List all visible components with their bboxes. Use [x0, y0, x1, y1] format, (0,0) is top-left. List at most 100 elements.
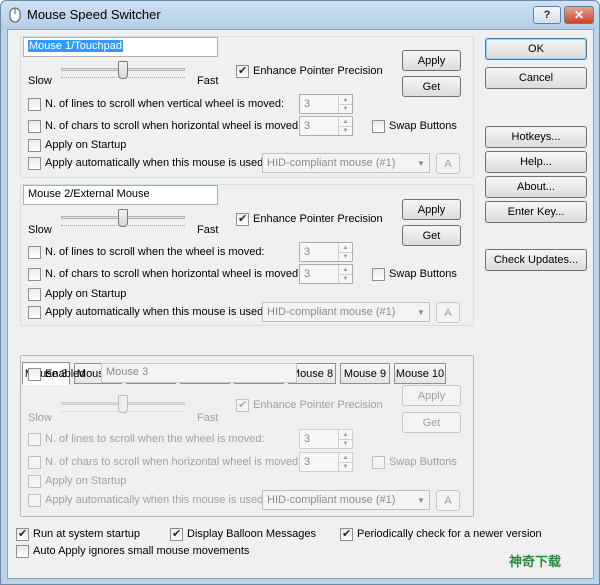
title-help-button[interactable]: ?	[533, 6, 561, 24]
mouse2-swap-box[interactable]	[372, 267, 385, 281]
mouse3-name-field[interactable]: Mouse 3	[101, 363, 297, 383]
mouse2-vert-spinner[interactable]: 3 ▲ ▼	[299, 242, 353, 262]
help-button[interactable]: Help...	[485, 151, 587, 173]
mouse1-startup-checkbox[interactable]: Apply on Startup	[28, 138, 126, 152]
mouse2-horiz-spinner[interactable]: 3 ▲ ▼	[299, 264, 353, 284]
mouse1-swap-box[interactable]	[372, 119, 385, 133]
auto-ignore-box[interactable]	[16, 544, 29, 558]
mouse3-startup-checkbox[interactable]: Apply on Startup	[28, 474, 126, 488]
spin-down-icon[interactable]: ▼	[338, 439, 352, 448]
spin-down-icon[interactable]: ▼	[338, 104, 352, 113]
mouse2-auto-checkbox[interactable]: Apply automatically when this mouse is u…	[28, 305, 266, 319]
spin-up-icon[interactable]: ▲	[338, 95, 352, 104]
mouse3-horiz-spinner[interactable]: 3 ▲ ▼	[299, 452, 353, 472]
mouse2-startup-box[interactable]	[28, 287, 41, 301]
mouse2-auto-box[interactable]	[28, 305, 41, 319]
mouse3-enhance-box[interactable]	[236, 398, 249, 412]
mouse2-horiz-label: N. of chars to scroll when horizontal wh…	[45, 268, 302, 280]
mouse1-vert-box[interactable]	[28, 97, 41, 111]
mouse2-apply-button[interactable]: Apply	[402, 199, 461, 220]
mouse1-swap-checkbox[interactable]: Swap Buttons	[372, 119, 457, 133]
mouse2-horiz-scroll-checkbox[interactable]: N. of chars to scroll when horizontal wh…	[28, 267, 301, 281]
spin-up-icon[interactable]: ▲	[338, 265, 352, 274]
title-bar[interactable]: Mouse Speed Switcher ? ✕	[1, 1, 599, 29]
balloon-box[interactable]	[170, 527, 183, 541]
mouse1-a-button[interactable]: A	[436, 153, 460, 174]
mouse2-get-button[interactable]: Get	[402, 225, 461, 246]
mouse1-vert-spinner[interactable]: 3 ▲ ▼	[299, 94, 353, 114]
mouse1-apply-button[interactable]: Apply	[402, 50, 461, 71]
mouse2-enhance-checkbox[interactable]: Enhance Pointer Precision	[236, 212, 383, 226]
periodic-check-checkbox[interactable]: Periodically check for a newer version	[340, 527, 542, 541]
mouse1-enhance-label: Enhance Pointer Precision	[253, 65, 383, 77]
spin-up-icon[interactable]: ▲	[338, 117, 352, 126]
mouse2-auto-label: Apply automatically when this mouse is u…	[45, 306, 267, 318]
mouse1-name-field[interactable]: Mouse 1/Touchpad	[23, 37, 218, 57]
mouse1-enhance-checkbox[interactable]: Enhance Pointer Precision	[236, 64, 383, 78]
check-updates-button[interactable]: Check Updates...	[485, 249, 587, 271]
mouse2-horiz-box[interactable]	[28, 267, 41, 281]
mouse1-slider-thumb[interactable]	[118, 61, 128, 79]
mouse2-swap-checkbox[interactable]: Swap Buttons	[372, 267, 457, 281]
mouse3-vert-scroll-checkbox[interactable]: N. of lines to scroll when the wheel is …	[28, 432, 265, 446]
spin-down-icon[interactable]: ▼	[338, 462, 352, 471]
mouse3-vert-spinner[interactable]: 3 ▲ ▼	[299, 429, 353, 449]
mouse3-enhance-checkbox[interactable]: Enhance Pointer Precision	[236, 398, 383, 412]
mouse3-auto-box[interactable]	[28, 493, 41, 507]
mouse1-fast-label: Fast	[197, 75, 219, 87]
spin-down-icon[interactable]: ▼	[338, 126, 352, 135]
spin-up-icon[interactable]: ▲	[338, 243, 352, 252]
title-close-button[interactable]: ✕	[564, 6, 594, 24]
mouse3-enabled-box[interactable]	[28, 367, 41, 381]
ok-button[interactable]: OK	[485, 38, 587, 60]
mouse3-horiz-box[interactable]	[28, 455, 41, 469]
hotkeys-button[interactable]: Hotkeys...	[485, 126, 587, 148]
mouse1-device-select[interactable]: HID-compliant mouse (#1) ▼	[262, 153, 430, 173]
balloon-checkbox[interactable]: Display Balloon Messages	[170, 527, 316, 541]
mouse3-swap-checkbox[interactable]: Swap Buttons	[372, 455, 457, 469]
mouse2-device-select[interactable]: HID-compliant mouse (#1) ▼	[262, 302, 430, 322]
chevron-down-icon: ▼	[417, 495, 425, 505]
mouse2-vert-scroll-checkbox[interactable]: N. of lines to scroll when the wheel is …	[28, 245, 265, 259]
mouse1-auto-box[interactable]	[28, 156, 41, 170]
mouse3-enabled-checkbox[interactable]: Enabled	[28, 367, 85, 381]
mouse3-apply-button[interactable]: Apply	[402, 385, 461, 406]
about-button[interactable]: About...	[485, 176, 587, 198]
mouse2-slider-thumb[interactable]	[118, 209, 128, 227]
mouse3-startup-box[interactable]	[28, 474, 41, 488]
cancel-button[interactable]: Cancel	[485, 67, 587, 89]
mouse3-slider-thumb[interactable]	[118, 395, 128, 413]
mouse2-vert-value: 3	[304, 246, 311, 258]
mouse2-startup-checkbox[interactable]: Apply on Startup	[28, 287, 126, 301]
spin-up-icon[interactable]: ▲	[338, 453, 352, 462]
mouse2-a-button[interactable]: A	[436, 302, 460, 323]
spin-down-icon[interactable]: ▼	[338, 274, 352, 283]
mouse2-vert-box[interactable]	[28, 245, 41, 259]
mouse2-enhance-box[interactable]	[236, 212, 249, 226]
enter-key-button[interactable]: Enter Key...	[485, 201, 587, 223]
spin-down-icon[interactable]: ▼	[338, 252, 352, 261]
mouse1-horiz-spinner[interactable]: 3 ▲ ▼	[299, 116, 353, 136]
mouse3-a-button[interactable]: A	[436, 490, 460, 511]
mouse3-horiz-scroll-checkbox[interactable]: N. of chars to scroll when horizontal wh…	[28, 455, 301, 469]
run-startup-checkbox[interactable]: Run at system startup	[16, 527, 140, 541]
mouse1-horiz-scroll-checkbox[interactable]: N. of chars to scroll when horizontal wh…	[28, 119, 301, 133]
run-startup-box[interactable]	[16, 527, 29, 541]
spin-up-icon[interactable]: ▲	[338, 430, 352, 439]
auto-ignore-checkbox[interactable]: Auto Apply ignores small mouse movements	[16, 544, 249, 558]
watermark-logo: 神奇下载	[509, 551, 561, 570]
mouse3-auto-checkbox[interactable]: Apply automatically when this mouse is u…	[28, 493, 266, 507]
mouse1-slow-label: Slow	[28, 75, 52, 87]
mouse3-get-button[interactable]: Get	[402, 412, 461, 433]
mouse1-enhance-box[interactable]	[236, 64, 249, 78]
mouse1-get-button[interactable]: Get	[402, 76, 461, 97]
mouse2-name-field[interactable]: Mouse 2/External Mouse	[23, 185, 218, 205]
mouse3-swap-box[interactable]	[372, 455, 385, 469]
mouse3-device-select[interactable]: HID-compliant mouse (#1) ▼	[262, 490, 430, 510]
mouse1-auto-checkbox[interactable]: Apply automatically when this mouse is u…	[28, 156, 266, 170]
mouse1-vert-scroll-checkbox[interactable]: N. of lines to scroll when vertical whee…	[28, 97, 284, 111]
mouse3-vert-box[interactable]	[28, 432, 41, 446]
periodic-check-box[interactable]	[340, 527, 353, 541]
mouse1-horiz-box[interactable]	[28, 119, 41, 133]
mouse1-startup-box[interactable]	[28, 138, 41, 152]
